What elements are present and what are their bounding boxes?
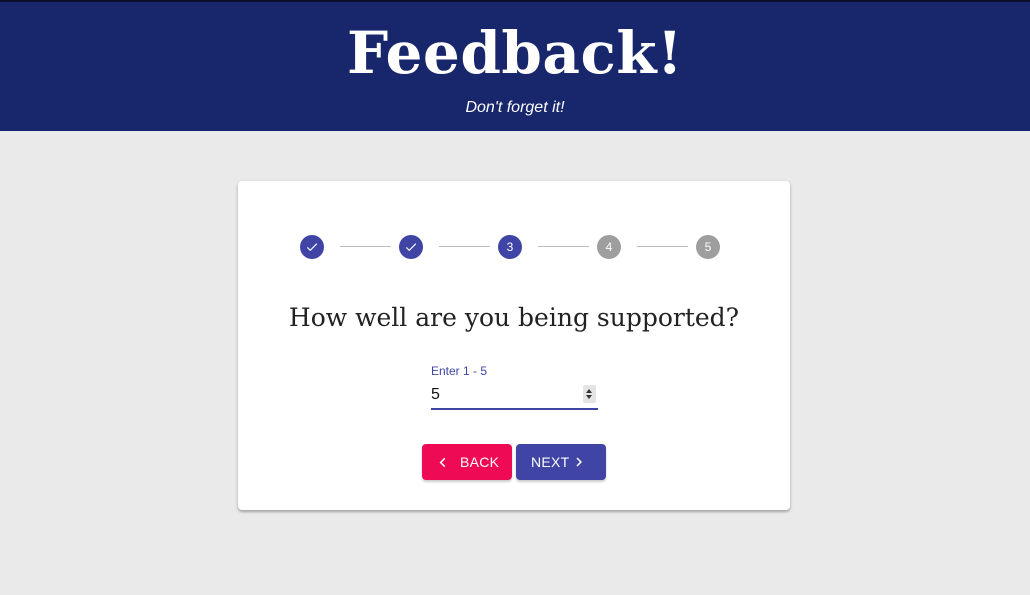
chevron-right-icon xyxy=(576,457,582,467)
step-connector xyxy=(439,246,490,247)
feedback-card: 3 4 5 How well are you being supported? … xyxy=(238,181,790,510)
page-header: Feedback! Don't forget it! xyxy=(0,0,1030,131)
spin-down-icon[interactable] xyxy=(586,395,592,399)
check-icon xyxy=(405,243,417,252)
chevron-left-icon xyxy=(439,457,446,468)
rating-input[interactable] xyxy=(431,382,598,410)
step-4[interactable]: 4 xyxy=(597,235,621,259)
page-subtitle: Don't forget it! xyxy=(465,99,565,116)
question-heading: How well are you being supported? xyxy=(288,303,740,332)
step-connector xyxy=(637,246,688,247)
step-2[interactable] xyxy=(399,235,423,259)
rating-field: Enter 1 - 5 xyxy=(431,364,598,412)
spin-up-icon[interactable] xyxy=(586,389,592,393)
next-button[interactable]: NEXT xyxy=(516,444,606,480)
step-connector xyxy=(340,246,391,247)
check-icon xyxy=(306,243,318,252)
stepper: 3 4 5 xyxy=(300,235,720,259)
back-button-label: BACK xyxy=(460,454,500,470)
step-1[interactable] xyxy=(300,235,324,259)
rating-field-label: Enter 1 - 5 xyxy=(431,364,488,378)
step-3[interactable]: 3 xyxy=(498,235,522,259)
back-button[interactable]: BACK xyxy=(422,444,512,480)
next-button-label: NEXT xyxy=(531,454,570,470)
page-title: Feedback! xyxy=(347,19,683,87)
step-5[interactable]: 5 xyxy=(696,235,720,259)
number-spinner[interactable] xyxy=(583,385,596,403)
step-connector xyxy=(538,246,589,247)
